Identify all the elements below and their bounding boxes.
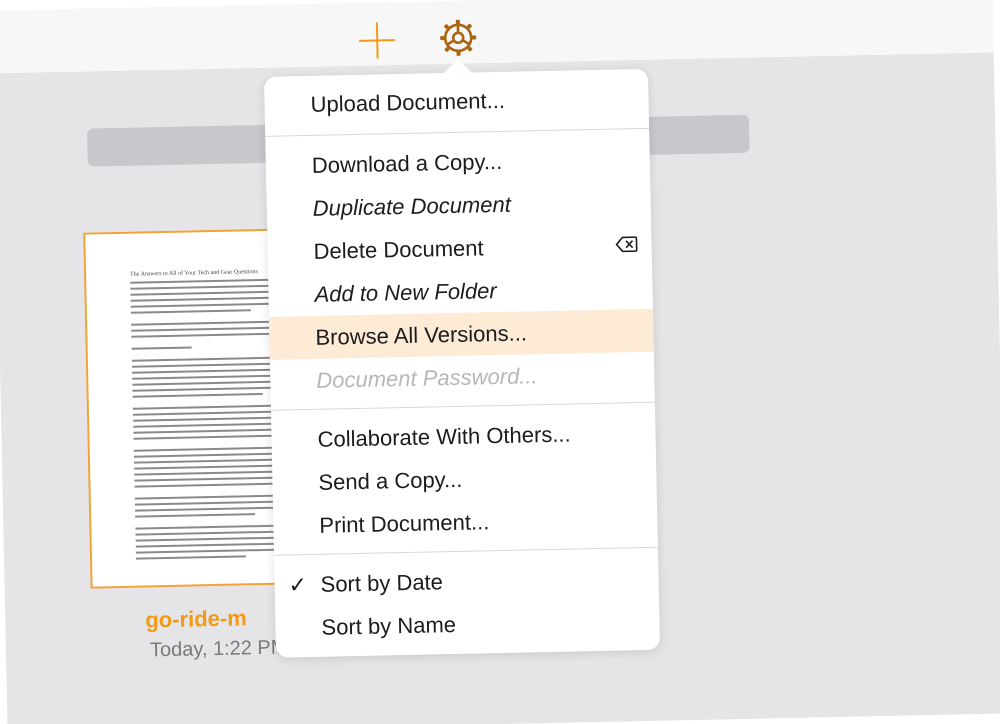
- preview-text-line: [134, 494, 285, 500]
- preview-text-line: [133, 410, 280, 416]
- preview-text-line: [134, 482, 273, 488]
- preview-text-line: [136, 555, 247, 560]
- preview-text-line: [134, 500, 283, 506]
- preview-text-line: [130, 278, 281, 284]
- preview-text-line: [131, 326, 278, 332]
- preview-text-line: [133, 452, 282, 458]
- menu-item-password: Document Password...: [316, 363, 538, 393]
- preview-text-line: [135, 548, 276, 554]
- plus-icon[interactable]: [359, 22, 396, 59]
- preview-text-line: [132, 386, 273, 392]
- preview-text-line: [133, 434, 276, 440]
- menu-item-sort-date-label: Sort by Date: [320, 569, 444, 597]
- preview-text-line: [132, 374, 277, 380]
- preview-text-line: [132, 380, 283, 386]
- popover-arrow: [443, 58, 472, 74]
- preview-text-line: [132, 404, 283, 410]
- delete-icon: [615, 236, 638, 253]
- gear-icon[interactable]: [437, 16, 480, 59]
- preview-text-line: [135, 506, 282, 512]
- preview-text-line: [135, 542, 282, 548]
- checkmark-icon: ✓: [288, 572, 308, 598]
- preview-text-line: [131, 362, 281, 368]
- document-actions-menu: Upload Document... Download a Copy... Du…: [263, 68, 661, 658]
- preview-text-line: [135, 513, 256, 518]
- preview-text-line: [132, 368, 283, 374]
- preview-text-line: [135, 536, 284, 542]
- preview-text-line: [131, 356, 284, 362]
- preview-text-line: [130, 302, 279, 308]
- preview-text-line: [131, 346, 192, 350]
- preview-title: The Answers to All of Your Tech and Gear…: [130, 269, 258, 278]
- preview-text-line: [130, 290, 283, 296]
- preview-text-line: [133, 446, 286, 452]
- preview-text-line: [134, 464, 281, 470]
- preview-text-line: [131, 332, 270, 338]
- preview-text-line: [133, 428, 284, 434]
- document-name[interactable]: go-ride-m: [145, 605, 247, 633]
- preview-text-line: [131, 320, 282, 326]
- preview-text-line: [133, 422, 282, 428]
- preview-text-line: [130, 309, 251, 314]
- menu-item-delete-label: Delete Document: [313, 235, 484, 264]
- preview-text-line: [134, 476, 275, 482]
- preview-text-line: [132, 392, 263, 398]
- preview-text-line: [135, 530, 288, 536]
- preview-text-line: [134, 458, 285, 464]
- pages-document-manager: The Answers to All of Your Tech and Gear…: [0, 0, 1000, 724]
- preview-text-line: [130, 284, 276, 290]
- preview-text-line: [134, 470, 285, 476]
- preview-text: [85, 230, 291, 560]
- preview-text-line: [135, 524, 286, 530]
- preview-text-line: [133, 416, 286, 422]
- menu-item-print[interactable]: Print Document...: [273, 497, 658, 548]
- menu-item-upload[interactable]: Upload Document...: [264, 69, 649, 129]
- document-date: Today, 1:22 PM: [149, 636, 288, 662]
- preview-text-line: [130, 296, 271, 302]
- menu-item-sort-name[interactable]: Sort by Name: [275, 599, 660, 650]
